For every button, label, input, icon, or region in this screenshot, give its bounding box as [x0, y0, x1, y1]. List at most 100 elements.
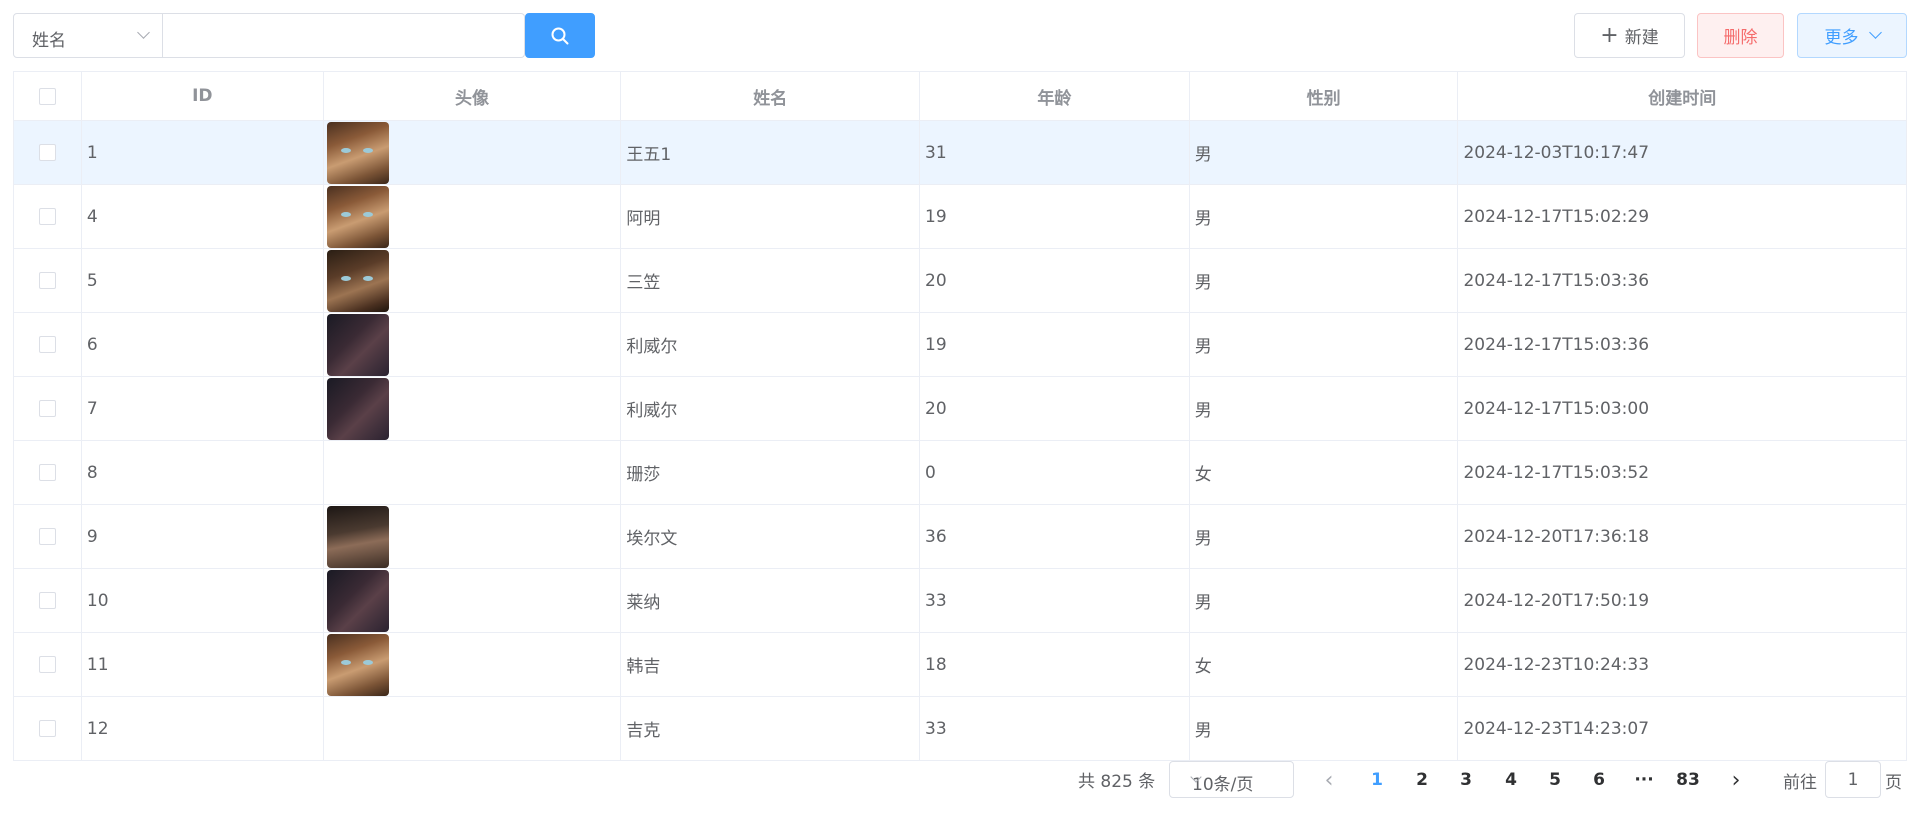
column-header-name[interactable]: 姓名	[621, 72, 921, 120]
cell-age: 36	[920, 505, 1190, 568]
page-number-1[interactable]: 1	[1357, 762, 1397, 798]
toolbar: 姓名 + 新建 删除 更多	[13, 13, 1907, 58]
cell-id: 9	[82, 505, 324, 568]
search-button[interactable]	[525, 13, 595, 58]
cell-id: 7	[82, 377, 324, 440]
cell-age: 19	[920, 185, 1190, 248]
page-number-3[interactable]: 3	[1446, 762, 1486, 798]
prev-page-button[interactable]: ‹	[1309, 762, 1349, 798]
row-checkbox[interactable]	[38, 528, 56, 545]
more-dropdown-button[interactable]: 更多	[1797, 13, 1907, 58]
cell-id: 10	[82, 569, 324, 632]
search-field-select-value: 姓名	[32, 31, 66, 51]
delete-button-label: 删除	[1723, 28, 1758, 48]
avatar[interactable]	[326, 505, 389, 568]
search-field-select[interactable]: 姓名	[13, 13, 163, 58]
column-header-gender[interactable]: 性别	[1190, 72, 1459, 120]
goto-label: 前往	[1783, 773, 1817, 793]
avatar[interactable]	[326, 313, 389, 376]
cell-created-time: 2024-12-23T10:24:33	[1463, 654, 1650, 675]
column-header-id[interactable]: ID	[82, 72, 324, 120]
cell-gender: 男	[1190, 249, 1459, 312]
page-size-select[interactable]: 10条/页	[1169, 761, 1294, 798]
row-select-cell	[14, 377, 82, 440]
table-row[interactable]: 1 王五1 31 男 2024-12-03T10:17:47	[14, 121, 1906, 185]
page-size-value: 10条/页	[1192, 775, 1254, 795]
table-header-row: ID 头像 姓名 年龄 性别 创建时间	[14, 72, 1906, 121]
row-checkbox[interactable]	[38, 272, 56, 289]
cell-age: 31	[920, 121, 1190, 184]
row-checkbox[interactable]	[38, 720, 56, 737]
cell-id: 8	[82, 441, 324, 504]
cell-avatar	[324, 569, 622, 632]
page-number-2[interactable]: 2	[1402, 762, 1442, 798]
cell-name: 珊莎	[621, 441, 921, 504]
avatar[interactable]	[326, 185, 389, 248]
cell-id: 11	[82, 633, 324, 696]
row-checkbox[interactable]	[38, 144, 56, 161]
data-table: ID 头像 姓名 年龄 性别 创建时间 1 王五1 31 男 2024-12-0…	[13, 71, 1907, 761]
cell-gender: 女	[1190, 633, 1459, 696]
table-row[interactable]: 6 利威尔 19 男 2024-12-17T15:03:36	[14, 313, 1906, 377]
cell-id: 5	[82, 249, 324, 312]
cell-age: 20	[920, 249, 1190, 312]
table-row[interactable]: 11 韩吉 18 女 2024-12-23T10:24:33	[14, 633, 1906, 697]
page-number-4[interactable]: 4	[1491, 762, 1531, 798]
cell-name: 吉克	[621, 697, 921, 760]
cell-gender: 男	[1190, 313, 1459, 376]
cell-id: 12	[82, 697, 324, 760]
row-checkbox[interactable]	[38, 208, 56, 225]
row-checkbox[interactable]	[38, 464, 56, 481]
cell-age: 18	[920, 633, 1190, 696]
cell-created-time: 2024-12-03T10:17:47	[1463, 142, 1650, 163]
column-header-age[interactable]: 年龄	[920, 72, 1190, 120]
more-button-label: 更多	[1824, 28, 1859, 48]
row-checkbox[interactable]	[38, 656, 56, 673]
avatar[interactable]	[326, 569, 389, 632]
cell-gender: 女	[1190, 441, 1459, 504]
page-number-83[interactable]: 83	[1668, 762, 1708, 798]
table-body: 1 王五1 31 男 2024-12-03T10:17:47 4 阿明 19 男…	[14, 121, 1906, 761]
search-input[interactable]	[163, 13, 525, 58]
column-header-created-time[interactable]: 创建时间	[1458, 72, 1906, 120]
new-button[interactable]: + 新建	[1574, 13, 1685, 58]
cell-gender: 男	[1190, 121, 1459, 184]
goto-page-input[interactable]	[1825, 761, 1881, 798]
avatar[interactable]	[326, 121, 389, 184]
chevron-down-icon	[137, 26, 150, 39]
column-header-avatar[interactable]: 头像	[324, 72, 622, 120]
cell-created-time: 2024-12-17T15:03:36	[1463, 270, 1650, 291]
page-suffix-label: 页	[1885, 773, 1902, 793]
cell-created-time: 2024-12-17T15:02:29	[1463, 206, 1650, 227]
row-select-cell	[14, 313, 82, 376]
row-select-cell	[14, 569, 82, 632]
table-row[interactable]: 8 珊莎 0 女 2024-12-17T15:03:52	[14, 441, 1906, 505]
page-number-5[interactable]: 5	[1535, 762, 1575, 798]
table-row[interactable]: 10 莱纳 33 男 2024-12-20T17:50:19	[14, 569, 1906, 633]
row-select-cell	[14, 185, 82, 248]
cell-age: 0	[920, 441, 1190, 504]
cell-id: 1	[82, 121, 324, 184]
cell-name: 王五1	[621, 121, 921, 184]
table-row[interactable]: 4 阿明 19 男 2024-12-17T15:02:29	[14, 185, 1906, 249]
avatar[interactable]	[326, 377, 389, 440]
cell-avatar	[324, 697, 622, 760]
next-page-button[interactable]: ›	[1716, 762, 1756, 798]
page-number-6[interactable]: 6	[1579, 762, 1619, 798]
row-checkbox[interactable]	[38, 592, 56, 609]
cell-avatar	[324, 441, 622, 504]
table-row[interactable]: 7 利威尔 20 男 2024-12-17T15:03:00	[14, 377, 1906, 441]
select-all-checkbox[interactable]	[38, 87, 56, 105]
cell-gender: 男	[1190, 505, 1459, 568]
table-row[interactable]: 5 三笠 20 男 2024-12-17T15:03:36	[14, 249, 1906, 313]
table-row[interactable]: 9 埃尔文 36 男 2024-12-20T17:36:18	[14, 505, 1906, 569]
avatar[interactable]	[326, 633, 389, 696]
avatar[interactable]	[326, 249, 389, 312]
delete-button[interactable]: 删除	[1697, 13, 1784, 58]
row-checkbox[interactable]	[38, 336, 56, 353]
row-select-cell	[14, 249, 82, 312]
cell-id: 6	[82, 313, 324, 376]
more-pages-icon[interactable]: ···	[1624, 762, 1664, 798]
table-row[interactable]: 12 吉克 33 男 2024-12-23T14:23:07	[14, 697, 1906, 761]
row-checkbox[interactable]	[38, 400, 56, 417]
